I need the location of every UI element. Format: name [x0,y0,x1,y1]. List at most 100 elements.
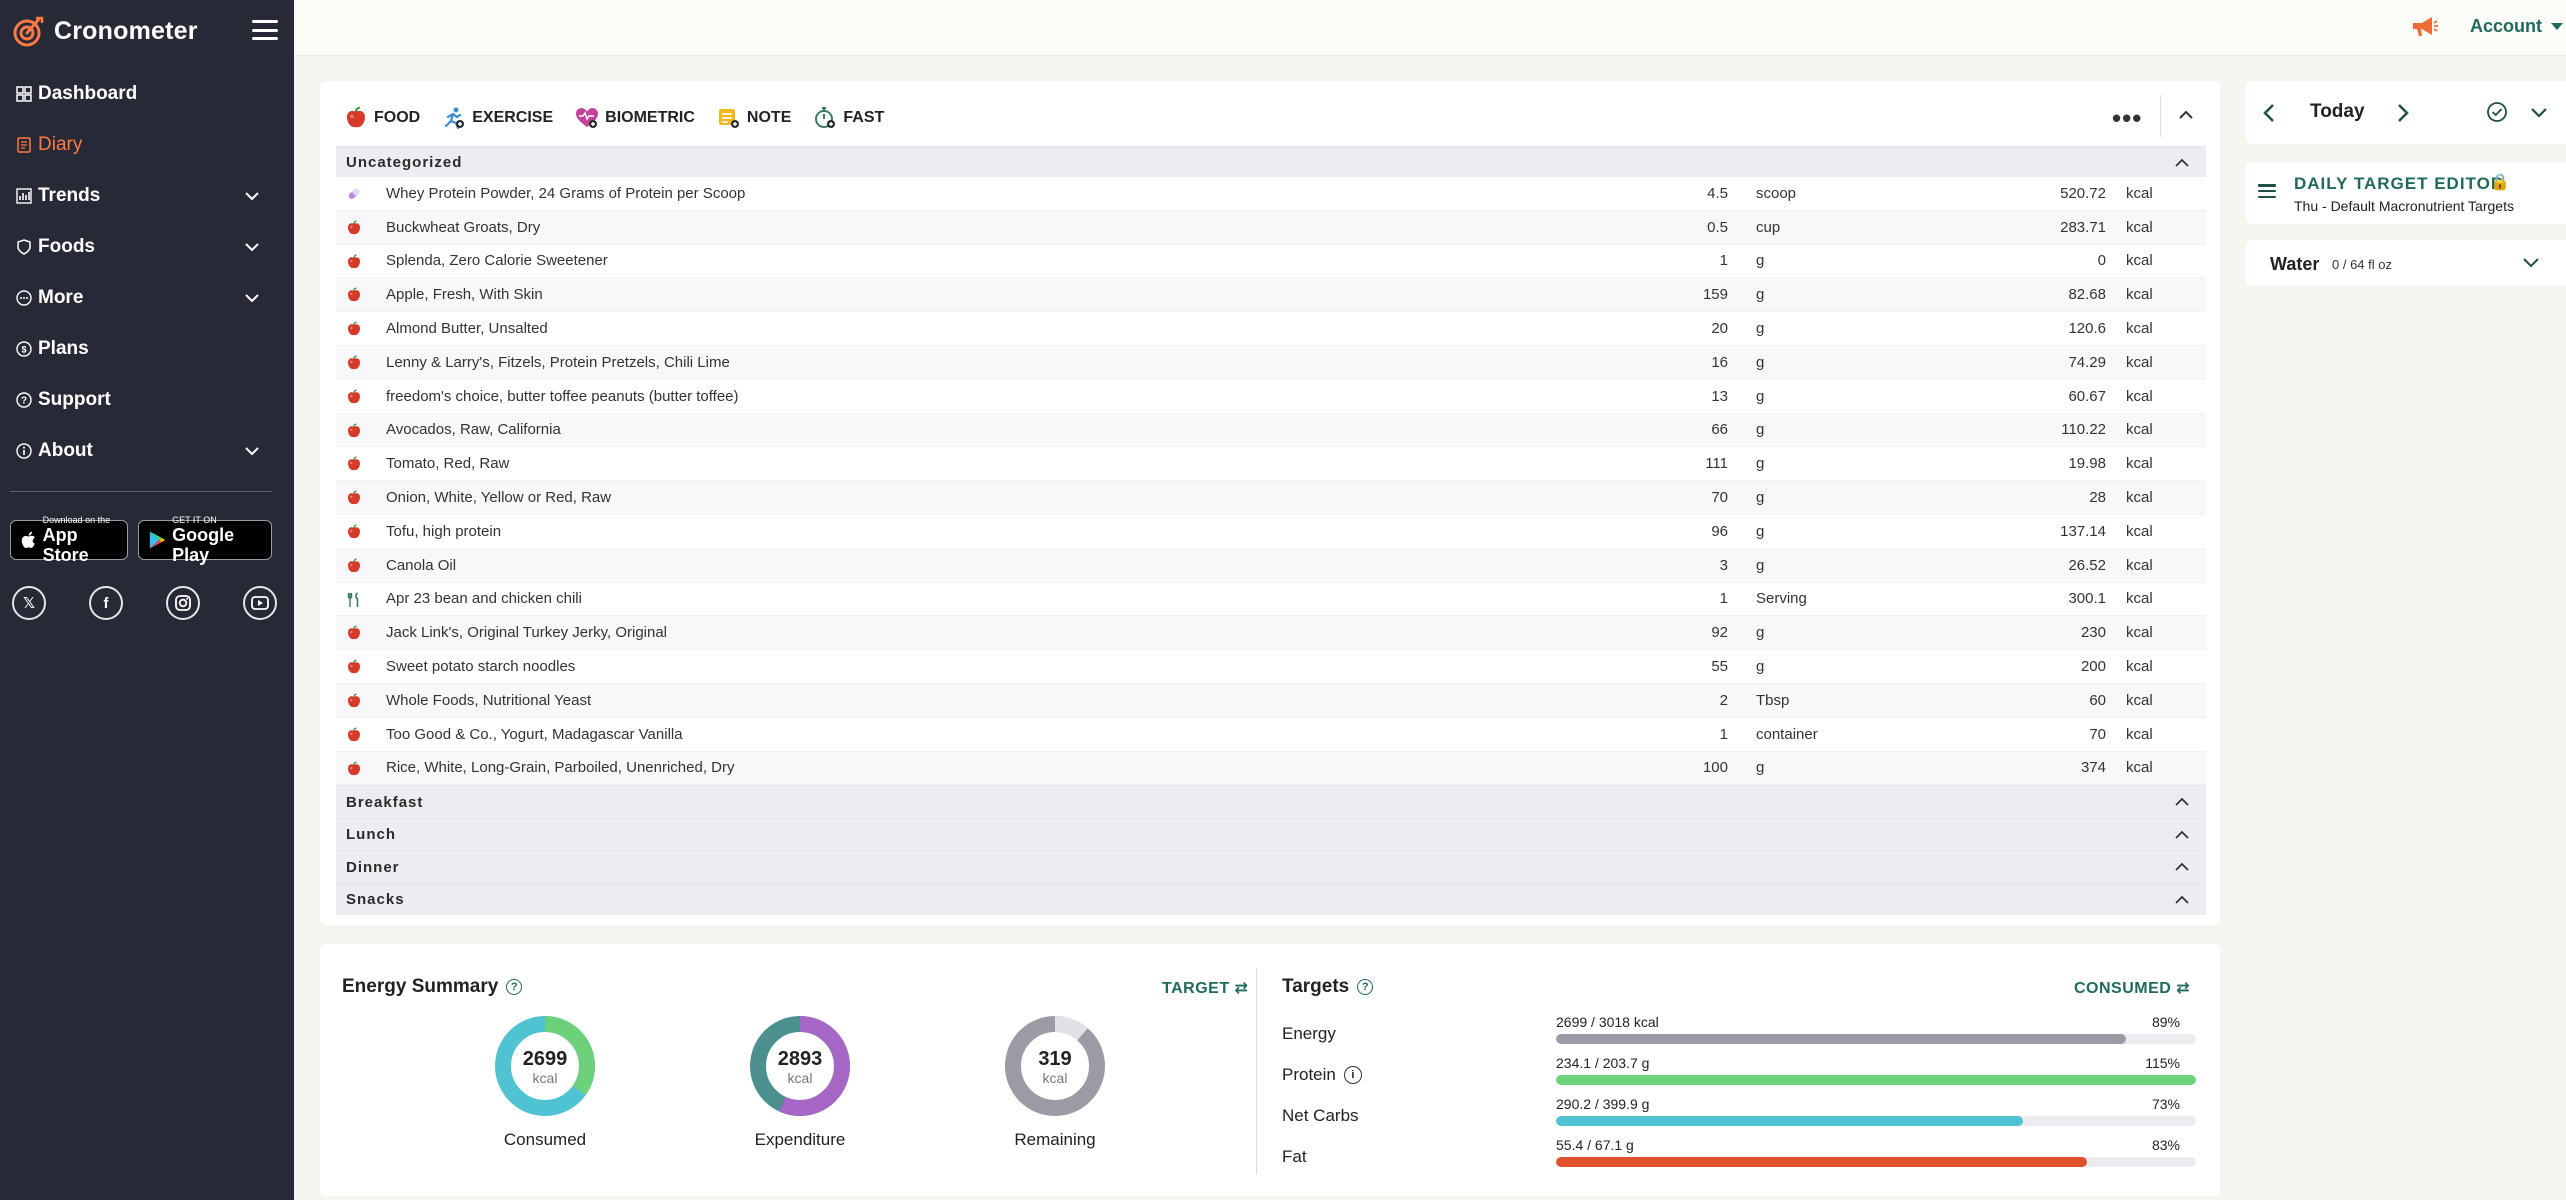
x-icon[interactable]: 𝕏 [12,586,46,620]
apple-logo-icon [21,531,35,548]
entry-calories-unit: kcal [2126,489,2153,507]
entry-amount: 70 [1711,489,1728,507]
meal-group-header[interactable]: Lunch [336,817,2206,851]
remaining-donut[interactable]: 319 kcal Remaining [1000,1014,1110,1150]
instagram-icon[interactable] [166,586,200,620]
target-progress-fill [1556,1157,2088,1167]
meal-group-header[interactable]: Uncategorized [336,146,2206,177]
sidebar-item-foods[interactable]: Foods [0,221,294,272]
water-tracker[interactable]: Water 0 / 64 fl oz [2246,240,2566,286]
entry-amount: 1 [1719,590,1728,608]
top-bar [294,0,2566,56]
diary-entry-row[interactable]: Onion, White, Yellow or Red, Raw 70 g 28 kca… [336,481,2206,515]
chevron-down-icon[interactable] [2522,256,2540,270]
target-row-net-carbs[interactable]: Net Carbs 290.2 / 399.9 g 73% [1282,1096,2202,1132]
chevron-down-icon[interactable] [244,443,260,459]
chevron-down-icon[interactable] [244,290,260,306]
entry-calories-unit: kcal [2126,286,2153,304]
diary-entry-row[interactable]: Apple, Fresh, With Skin 159 g 82.68 kcal [336,278,2206,313]
diary-entry-row[interactable]: Whey Protein Powder, 24 Grams of Protein… [336,177,2206,211]
diary-entry-row[interactable]: Sweet potato starch noodles 55 g 200 kcal [336,650,2206,684]
help-icon[interactable]: ? [506,979,523,995]
chevron-up-icon[interactable] [2174,794,2190,810]
target-row-energy[interactable]: Energy 2699 / 3018 kcal 89% [1282,1014,2202,1050]
add-food-button[interactable]: FOOD [344,106,420,130]
consumed-donut[interactable]: 2699 kcal Consumed [490,1014,600,1150]
chevron-down-icon[interactable] [244,188,260,204]
add-exercise-button[interactable]: EXERCISE [442,106,553,130]
diary-entry-row[interactable]: Splenda, Zero Calorie Sweetener 1 g 0 kcal [336,245,2206,279]
diary-entry-row[interactable]: Apr 23 bean and chicken chili 1 Serving 300… [336,583,2206,617]
more-options-button[interactable]: ••• [2112,103,2142,134]
sidebar-item-diary[interactable]: Diary [0,119,294,170]
meal-group-header[interactable]: Dinner [336,850,2206,883]
diary-entry-row[interactable]: Tofu, high protein 96 g 137.14 kcal [336,515,2206,549]
remaining-unit: kcal [1042,1070,1068,1086]
chevron-up-icon[interactable] [2174,827,2190,843]
brand[interactable]: Cronometer [12,12,198,50]
check-circle-icon[interactable] [2486,101,2508,123]
entry-calories-unit: kcal [2126,455,2153,473]
sidebar-item-trends[interactable]: Trends [0,170,294,221]
chevron-left-icon[interactable] [2260,103,2278,123]
expenditure-donut[interactable]: 2893 kcal Expenditure [745,1014,855,1150]
diary-entry-row[interactable]: Whole Foods, Nutritional Yeast 2 Tbsp 60 kca… [336,683,2206,718]
entry-amount: 13 [1711,387,1728,405]
entry-calories: 0 [2097,252,2106,270]
chevron-up-icon[interactable] [2174,155,2190,171]
collapse-all-icon[interactable] [2176,105,2196,125]
meal-group-header[interactable]: Snacks [336,882,2206,916]
meal-group-header[interactable]: Breakfast [336,785,2206,818]
megaphone-icon[interactable] [2410,14,2438,38]
consumed-toggle-button[interactable]: CONSUMED ⇄ [2074,978,2190,998]
entry-calories: 283.71 [2060,218,2106,236]
chevron-down-icon[interactable] [244,239,260,255]
date-navigator: Today [2246,81,2566,144]
diary-entry-row[interactable]: Rice, White, Long-Grain, Parboiled, Unen… [336,751,2206,786]
facebook-icon[interactable]: f [89,586,123,620]
entry-amount: 4.5 [1707,184,1728,202]
diary-entry-row[interactable]: Lenny & Larry's, Fitzels, Protein Pretze… [336,345,2206,380]
target-toggle-button[interactable]: TARGET ⇄ [1162,978,1248,998]
info-icon[interactable]: i [1343,1066,1362,1084]
app-store-button[interactable]: Download on the App Store [10,515,128,565]
sidebar-item-dashboard[interactable]: Dashboard [0,68,294,119]
account-menu[interactable]: Account [2470,16,2564,37]
entry-name: Apr 23 bean and chicken chili [386,590,582,608]
chevron-up-icon[interactable] [2174,892,2190,908]
instagram-glyph [175,595,191,611]
google-play-button[interactable]: GET IT ON Google Play [138,515,272,565]
add-fast-button[interactable]: FAST [813,106,884,130]
target-row-fat[interactable]: Fat 55.4 / 67.1 g 83% [1282,1137,2202,1173]
target-row-protein[interactable]: Protein i 234.1 / 203.7 g 115% [1282,1055,2202,1091]
apple-icon [346,693,362,709]
add-note-button[interactable]: NOTE [717,106,791,130]
entry-calories: 520.72 [2060,184,2106,202]
chevron-up-icon[interactable] [2174,859,2190,875]
diary-entry-row[interactable]: Almond Butter, Unsalted 20 g 120.6 kcal [336,312,2206,346]
date-label[interactable]: Today [2310,101,2365,123]
diary-entry-row[interactable]: Buckwheat Groats, Dry 0.5 cup 283.71 kcal [336,210,2206,245]
diary-entry-row[interactable]: Avocados, Raw, California 66 g 110.22 kcal [336,413,2206,448]
diary-entry-row[interactable]: Tomato, Red, Raw 111 g 19.98 kcal [336,447,2206,482]
diary-entry-row[interactable]: Too Good & Co., Yogurt, Madagascar Vanil… [336,718,2206,752]
meal-group-name: Dinner [346,858,400,876]
chevron-down-icon[interactable] [2530,105,2548,121]
youtube-icon[interactable] [243,586,277,620]
menu-toggle-button[interactable] [252,20,278,40]
diary-entry-row[interactable]: freedom's choice, butter toffee peanuts … [336,380,2206,414]
apple-icon [346,760,362,777]
target-name-text: Net Carbs [1282,1106,1359,1125]
sidebar-item-label: Trends [38,184,101,206]
add-biometric-button[interactable]: BIOMETRIC [575,106,695,130]
diary-entry-row[interactable]: Jack Link's, Original Turkey Jerky, Orig… [336,616,2206,651]
sidebar-item-more[interactable]: More [0,272,294,323]
sidebar-item-plans[interactable]: $ Plans [0,323,294,374]
sidebar-item-about[interactable]: About [0,425,294,476]
diary-entry-row[interactable]: Canola Oil 3 g 26.52 kcal [336,548,2206,583]
help-icon[interactable]: ? [1357,979,1374,995]
sidebar-item-support[interactable]: ? Support [0,374,294,425]
daily-target-editor[interactable]: DAILY TARGET EDITOR 🔒 Thu - Default Macr… [2246,162,2566,224]
chevron-right-icon[interactable] [2394,103,2412,123]
entry-amount: 0.5 [1707,218,1728,236]
